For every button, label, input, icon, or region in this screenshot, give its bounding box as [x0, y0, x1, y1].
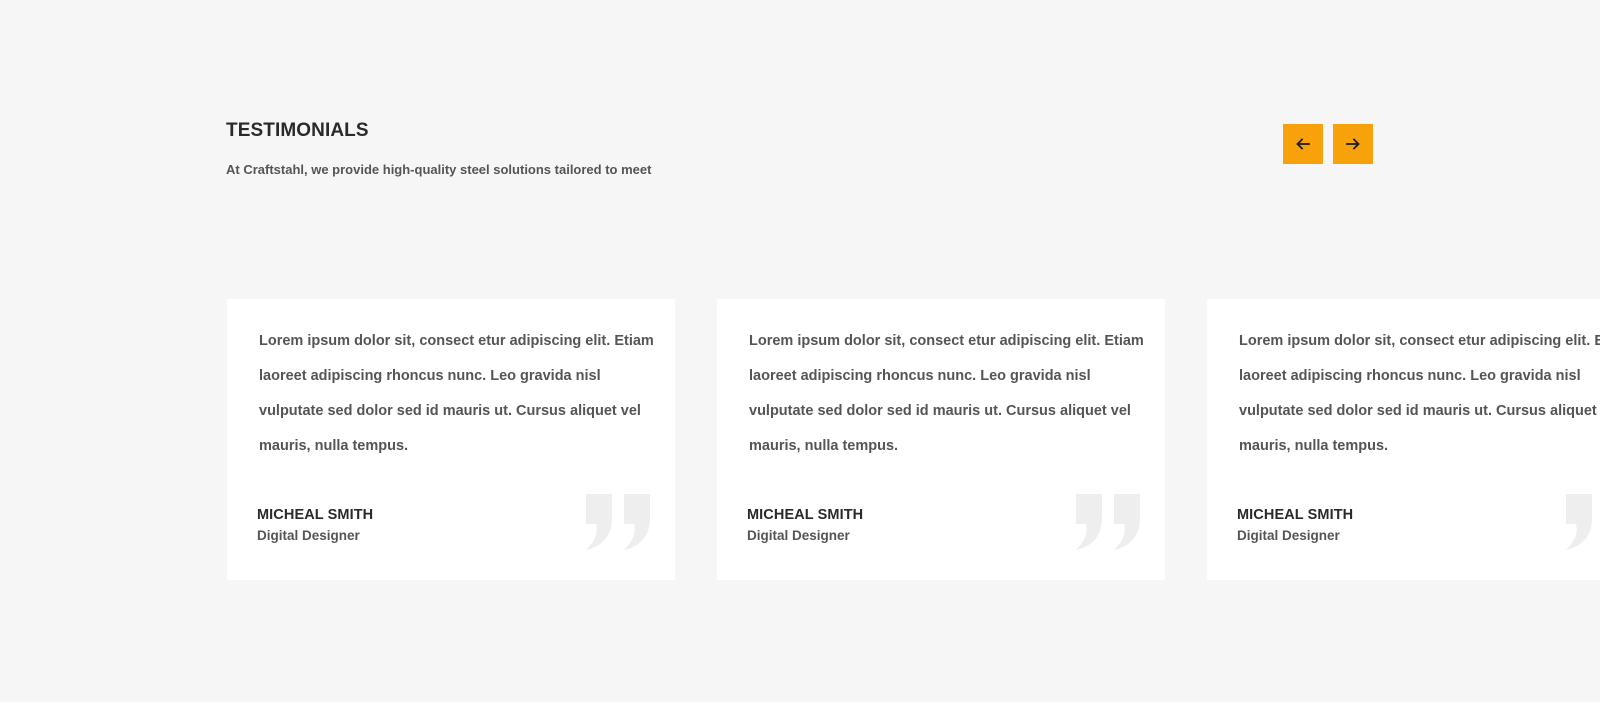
testimonial-card: Lorem ipsum dolor sit, consect etur adip… — [717, 299, 1165, 580]
testimonial-text: Lorem ipsum dolor sit, consect etur adip… — [1239, 333, 1600, 454]
testimonial-card: Lorem ipsum dolor sit, consect etur adip… — [227, 299, 675, 580]
testimonial-text: Lorem ipsum dolor sit, consect etur adip… — [749, 333, 1144, 454]
testimonials-section: TESTIMONIALS At Craftstahl, we provide h… — [0, 0, 1600, 702]
section-title: TESTIMONIALS — [226, 120, 369, 141]
testimonial-author: MICHEAL SMITH Digital Designer — [1237, 507, 1353, 543]
author-name: MICHEAL SMITH — [257, 507, 374, 523]
section-subtitle: At Craftstahl, we provide high-quality s… — [226, 162, 652, 177]
author-name: MICHEAL SMITH — [747, 507, 864, 523]
quote-icon — [1566, 494, 1592, 550]
section-header: TESTIMONIALS At Craftstahl, we provide h… — [226, 120, 651, 177]
testimonial-author: MICHEAL SMITH Digital Designer — [257, 507, 373, 543]
next-button[interactable] — [1333, 124, 1373, 164]
quote-icon — [586, 494, 650, 550]
author-role: Digital Designer — [747, 528, 850, 543]
testimonial-carousel: Lorem ipsum dolor sit, consect etur adip… — [227, 299, 1600, 580]
author-name: MICHEAL SMITH — [1237, 507, 1354, 523]
author-role: Digital Designer — [257, 528, 360, 543]
testimonial-card: Lorem ipsum dolor sit, consect etur adip… — [1207, 299, 1600, 580]
testimonial-author: MICHEAL SMITH Digital Designer — [747, 507, 863, 543]
prev-button[interactable] — [1283, 124, 1323, 164]
quote-icon — [1076, 494, 1140, 550]
author-role: Digital Designer — [1237, 528, 1340, 543]
testimonial-text: Lorem ipsum dolor sit, consect etur adip… — [259, 333, 654, 454]
carousel-controls — [1283, 124, 1373, 164]
arrow-right-icon — [1346, 138, 1360, 150]
arrow-left-icon — [1296, 138, 1310, 150]
